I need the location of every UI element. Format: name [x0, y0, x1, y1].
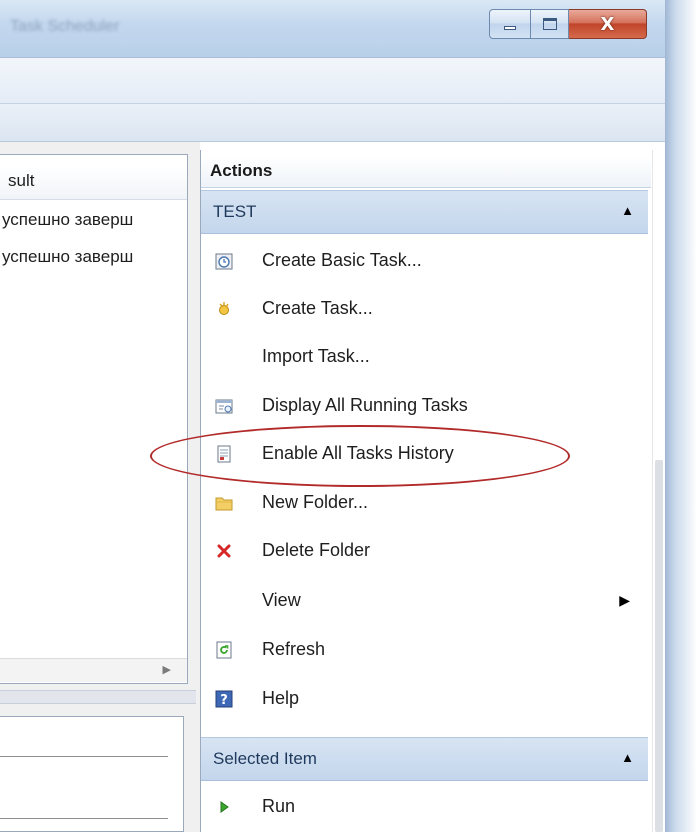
divider — [0, 756, 168, 757]
actions-pane-title: Actions — [201, 156, 651, 188]
window-frame-edge — [665, 0, 697, 832]
caption-buttons: X — [489, 9, 647, 39]
action-import-task[interactable]: Import Task... — [201, 334, 648, 382]
action-label: Import Task... — [262, 346, 370, 366]
collapse-up-icon[interactable]: ▲ — [621, 750, 634, 765]
table-row[interactable]: успешно заверш — [0, 210, 187, 234]
create-basic-task-icon — [215, 252, 233, 270]
action-create-basic-task[interactable]: Create Basic Task... — [201, 238, 648, 286]
table-row[interactable]: успешно заверш — [0, 247, 187, 271]
action-label: Display All Running Tasks — [262, 395, 468, 415]
action-run[interactable]: Run — [201, 784, 648, 832]
maximize-icon — [542, 18, 557, 30]
action-label: Help — [262, 688, 300, 708]
folder-icon — [215, 494, 233, 512]
action-label: Delete Folder — [262, 540, 371, 560]
help-icon: ? — [215, 690, 233, 708]
maximize-button[interactable] — [531, 9, 569, 39]
highlight-annotation — [150, 425, 570, 487]
action-label: Refresh — [262, 639, 326, 659]
actions-scroll-thumb[interactable] — [655, 460, 663, 832]
section-label: Selected Item — [213, 749, 317, 768]
action-label: New Folder... — [262, 492, 369, 512]
section-header-test[interactable]: TEST ▲ — [201, 190, 648, 234]
toolbar — [0, 104, 665, 142]
create-task-icon — [215, 300, 233, 318]
action-view[interactable]: View ▶ — [201, 578, 648, 626]
svg-text:?: ? — [220, 693, 228, 708]
action-label: Run — [262, 796, 296, 816]
column-header-last-run-result[interactable]: sult — [0, 167, 187, 200]
menu-bar — [0, 58, 665, 104]
action-delete-folder[interactable]: Delete Folder — [201, 528, 648, 576]
minimize-button[interactable] — [489, 9, 531, 39]
horizontal-scrollbar[interactable]: ▶ — [0, 658, 187, 682]
divider — [0, 818, 168, 819]
scroll-right-icon[interactable]: ▶ — [163, 663, 171, 676]
section-label: TEST — [213, 202, 257, 221]
close-button[interactable]: X — [569, 9, 647, 39]
pane-splitter[interactable] — [0, 690, 196, 704]
submenu-arrow-icon: ▶ — [619, 592, 630, 608]
action-label: Create Basic Task... — [262, 250, 422, 270]
section-header-selected-item[interactable]: Selected Item ▲ — [201, 737, 648, 781]
action-help[interactable]: ? Help — [201, 676, 648, 724]
action-label: Create Task... — [262, 298, 373, 318]
window-title: Task Scheduler — [10, 18, 120, 35]
action-refresh[interactable]: Refresh — [201, 627, 648, 675]
run-icon — [215, 798, 233, 816]
close-icon: X — [600, 13, 615, 35]
action-create-task[interactable]: Create Task... — [201, 286, 648, 334]
collapse-up-icon[interactable]: ▲ — [621, 203, 634, 218]
title-bar: Task Scheduler X — [0, 0, 665, 58]
delete-icon — [215, 542, 233, 560]
minimize-icon — [504, 26, 516, 30]
action-label: View — [262, 590, 301, 610]
action-display-running-tasks[interactable]: Display All Running Tasks — [201, 383, 648, 431]
task-details-panel — [0, 716, 184, 832]
refresh-icon — [215, 641, 233, 659]
running-tasks-icon — [215, 397, 233, 415]
action-new-folder[interactable]: New Folder... — [201, 480, 648, 528]
